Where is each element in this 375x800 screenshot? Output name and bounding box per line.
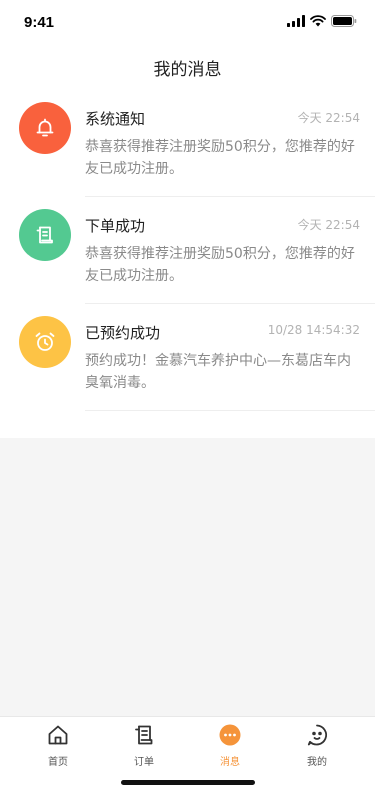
message-icon [218,723,242,751]
tab-label: 订单 [134,757,154,768]
message-list: 系统通知 今天 22:54 恭喜获得推荐注册奖励50积分，您推荐的好友已成功注册… [0,90,375,438]
message-item-appointment-success[interactable]: 已预约成功 10/28 14:54:32 预约成功！金慕汽车养护中心—东葛店车内… [0,304,375,411]
message-body: 预约成功！金慕汽车养护中心—东葛店车内臭氧消毒。 [85,353,351,391]
page-title: 我的消息 [153,59,222,80]
message-title: 系统通知 [85,110,146,128]
message-item-system-notice[interactable]: 系统通知 今天 22:54 恭喜获得推荐注册奖励50积分，您推荐的好友已成功注册… [0,90,375,197]
signal-icon [287,15,305,27]
bell-icon [33,116,57,140]
receipt-icon [33,223,57,247]
message-time: 今天 22:54 [297,111,360,125]
tab-bar: 首页 订单 消息 我的 [0,716,375,800]
order-icon [132,723,156,751]
status-icons [287,15,357,27]
message-title: 下单成功 [85,217,146,235]
message-title: 已预约成功 [85,324,161,342]
battery-icon [331,15,357,27]
tab-label: 消息 [220,757,240,768]
tab-orders[interactable]: 订单 [114,723,174,768]
wifi-icon [310,15,326,27]
alarm-clock-icon [33,330,57,354]
nav-header: 我的消息 [0,44,375,90]
tab-label: 首页 [48,757,68,768]
status-time: 9:41 [24,14,55,31]
tab-label: 我的 [307,757,327,768]
message-icon-badge [19,316,71,368]
message-time: 10/28 14:54:32 [267,323,360,337]
message-body: 恭喜获得推荐注册奖励50积分，您推荐的好友已成功注册。 [85,139,355,177]
status-bar: 9:41 [0,0,375,44]
home-indicator [121,780,255,785]
home-icon [46,723,70,751]
message-icon-badge [19,209,71,261]
tab-home[interactable]: 首页 [28,723,88,768]
divider [85,410,375,411]
tab-messages[interactable]: 消息 [200,723,260,768]
message-icon-badge [19,102,71,154]
profile-icon [305,723,329,751]
tab-profile[interactable]: 我的 [287,723,347,768]
screen: 9:41 我的消息 系统通知 今天 22:54 恭喜获得推荐注册奖励50积分，您… [0,0,375,800]
message-body: 恭喜获得推荐注册奖励50积分，您推荐的好友已成功注册。 [85,246,355,284]
message-time: 今天 22:54 [297,218,360,232]
message-item-order-success[interactable]: 下单成功 今天 22:54 恭喜获得推荐注册奖励50积分，您推荐的好友已成功注册… [0,197,375,304]
